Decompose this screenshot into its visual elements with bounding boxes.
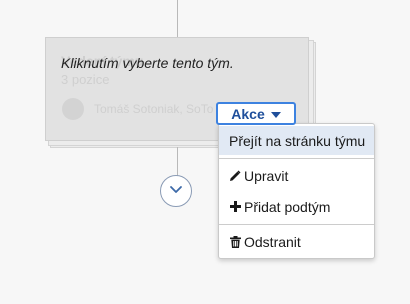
caret-down-icon	[270, 111, 281, 118]
menu-item-add-subteam[interactable]: Přidat podtým	[219, 192, 374, 221]
menu-item-go-to-team-page[interactable]: Přejít na stránku týmu	[219, 126, 374, 155]
menu-divider	[219, 158, 374, 159]
select-team-hint: Kliknutím vyberte tento tým.	[61, 55, 234, 71]
plus-icon	[229, 200, 241, 214]
menu-item-label: Přejít na stránku týmu	[229, 132, 366, 149]
menu-item-label: Přidat podtým	[244, 198, 331, 215]
team-members: Tomáš Sotoniak, SoTo	[94, 102, 214, 116]
actions-dropdown-menu: Přejít na stránku týmu Upravit Přidat po…	[218, 123, 375, 259]
expand-children-button[interactable]	[160, 175, 192, 207]
menu-item-label: Odstranit	[244, 233, 301, 250]
pencil-icon	[229, 169, 241, 183]
actions-button[interactable]: Akce	[216, 102, 296, 125]
menu-divider	[219, 224, 374, 225]
chevron-down-icon	[169, 182, 183, 200]
team-positions-count: 3 pozice	[61, 72, 110, 87]
menu-item-edit[interactable]: Upravit	[219, 161, 374, 190]
trash-icon	[229, 235, 241, 249]
actions-button-label: Akce	[231, 105, 265, 122]
menu-item-label: Upravit	[244, 167, 289, 184]
menu-item-delete[interactable]: Odstranit	[219, 227, 374, 256]
avatar	[62, 98, 84, 120]
tree-connector-line-top	[177, 0, 178, 40]
